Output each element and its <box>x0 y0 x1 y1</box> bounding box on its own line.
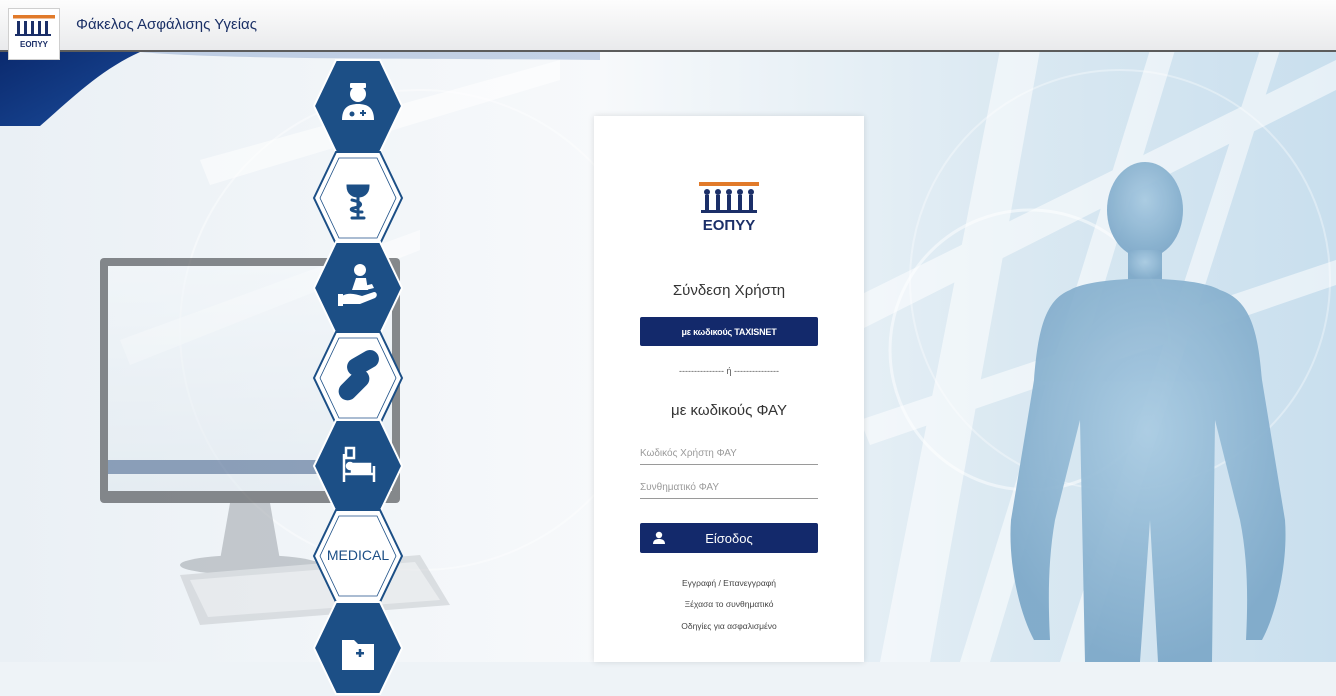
hex-medical-button[interactable]: MEDICAL <box>312 508 404 604</box>
login-button[interactable]: Είσοδος <box>640 523 818 553</box>
svg-text:ΕΟΠΥΥ: ΕΟΠΥΥ <box>703 217 756 234</box>
hex-care-button[interactable] <box>312 240 404 336</box>
hex-doctor-button[interactable] <box>312 58 404 154</box>
register-link[interactable]: Εγγραφή / Επανεγγραφή <box>594 578 864 588</box>
login-heading: Σύνδεση Χρήστη <box>672 282 786 299</box>
eopyy-logo-icon: ΕΟΠΥΥ <box>13 15 55 49</box>
or-divider: --------------- ή --------------- <box>679 366 779 376</box>
hex-pharmacy-button[interactable] <box>312 150 404 246</box>
user-icon <box>653 531 665 544</box>
top-bar: ΕΟΠΥΥ Φάκελος Ασφάλισης Υγείας <box>0 0 1336 60</box>
taxisnet-login-button[interactable]: με κωδικούς TAXISNET <box>640 317 818 346</box>
fay-heading: με κωδικούς ΦΑΥ <box>671 402 787 419</box>
hex-pills-button[interactable] <box>312 330 404 426</box>
login-button-label: Είσοδος <box>705 530 753 546</box>
login-card: ΕΟΠΥΥ Σύνδεση Χρήστη με κωδικούς TAXISNE… <box>594 116 864 662</box>
forgot-password-link[interactable]: Ξέχασα το συνθηματικό <box>594 599 864 609</box>
username-field[interactable] <box>640 442 818 465</box>
hex-records-button[interactable] <box>312 600 404 696</box>
medical-folder-icon <box>342 640 374 670</box>
app-title: Φάκελος Ασφάλισης Υγείας <box>76 16 257 33</box>
hex-hospital-button[interactable] <box>312 418 404 514</box>
svg-text:ΕΟΠΥΥ: ΕΟΠΥΥ <box>20 40 49 49</box>
password-field[interactable] <box>640 476 818 499</box>
eopyy-brand-logo: ΕΟΠΥΥ <box>699 182 759 234</box>
medical-label: MEDICAL <box>327 547 389 563</box>
insured-guide-link[interactable]: Οδηγίες για ασφαλισμένο <box>594 621 864 631</box>
eopyy-logo[interactable]: ΕΟΠΥΥ <box>8 8 60 60</box>
